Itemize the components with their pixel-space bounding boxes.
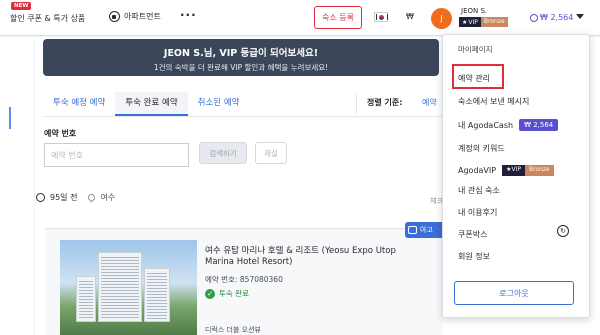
agodacash-label: 내 AgodaCash (458, 120, 514, 130)
vip-status-badge: ★ VIP Bronze (459, 17, 508, 27)
menu-my-page[interactable]: 마이페이지 (458, 44, 493, 55)
hotel-photo[interactable] (60, 240, 197, 335)
booking-timeline-header: 95일 전 여수 (36, 192, 115, 203)
booking-number-label: 예약 번호 (44, 129, 77, 138)
vip-promo-banner: JEON S.님, VIP 등급이 되어보세요! 1건의 숙박을 더 완료해 V… (43, 39, 439, 76)
stay-status: ✓ 투숙 완료 (205, 288, 249, 299)
coin-icon (530, 13, 538, 22)
avatar[interactable]: J (431, 8, 452, 29)
logout-button[interactable]: 로그아웃 (454, 281, 574, 305)
days-ago: 95일 전 (50, 193, 78, 202)
timeline-right-text: 체크 (430, 197, 443, 205)
booking-tabs: 투숙 예정 예약 투숙 완료 예약 취소된 예약 (43, 92, 249, 116)
agodacash-value: ₩ 2,564 (519, 119, 559, 131)
apartment-icon (109, 11, 120, 22)
user-name[interactable]: JEON S. (461, 7, 487, 15)
top-navigation-bar: NEW 할인 쿠폰 & 특가 상품 아파트먼트 ··· 숙소 등록 ₩ J JE… (0, 0, 600, 36)
menu-agoda-vip[interactable]: AgodaVIP ★VIP Bronze (458, 165, 554, 176)
menu-messages[interactable]: 숙소에서 보낸 메시지 (458, 96, 529, 107)
caret-down-icon[interactable] (576, 14, 584, 19)
booking-location: 여수 (100, 193, 116, 202)
search-button[interactable]: 검색하기 (199, 142, 247, 164)
tab-completed[interactable]: 투숙 완료 예약 (115, 92, 188, 116)
hotel-tower-main (98, 252, 142, 322)
room-type: 디럭스 더블 오션뷰 (205, 326, 261, 334)
chat-label: 아고 (420, 226, 433, 234)
menu-change-password[interactable]: 계정의 키워드 (458, 143, 505, 154)
agoda-vip-label: AgodaVIP (458, 166, 497, 175)
tab-divider (43, 116, 443, 117)
menu-my-reviews[interactable]: 내 이용후기 (458, 207, 497, 218)
sort-label: 정렬 기준: (367, 98, 403, 107)
tab-upcoming[interactable]: 투숙 예정 예약 (43, 92, 115, 116)
manage-bookings-highlight (452, 64, 504, 89)
left-rail (0, 37, 34, 335)
agoda-vip-badge: ★VIP Bronze (502, 165, 554, 176)
tab-cancelled[interactable]: 취소된 예약 (188, 92, 250, 116)
tier-label: Bronze (480, 17, 508, 27)
hotel-tower-side (144, 268, 170, 322)
rail-indicator (9, 107, 11, 129)
vip-label: ★ VIP (459, 17, 481, 27)
points-balance[interactable]: ₩ 2,564 (530, 13, 573, 22)
deals-link[interactable]: 할인 쿠폰 & 특가 상품 (10, 13, 85, 24)
clock-icon (36, 193, 45, 202)
flag-kr-icon[interactable] (374, 12, 388, 22)
coupon-refresh-icon[interactable]: ↻ (557, 225, 569, 237)
agoda-vip-tag: ★VIP (502, 165, 525, 176)
new-badge: NEW (11, 2, 32, 10)
hotel-name[interactable]: 여수 유탑 마리나 호텔 & 리조트 (Yeosu Expo Utop Mari… (205, 246, 405, 268)
register-property-button[interactable]: 숙소 등록 (314, 6, 362, 29)
currency-selector[interactable]: ₩ (406, 12, 414, 21)
booking-number: 예약 번호: 857080360 (205, 275, 283, 284)
apartment-link[interactable]: 아파트먼트 (109, 11, 161, 22)
stay-status-label: 투숙 완료 (219, 289, 249, 298)
menu-member-info[interactable]: 회원 정보 (458, 251, 490, 262)
sort-divider (356, 94, 357, 114)
booking-number-input[interactable] (44, 143, 189, 167)
menu-saved-properties[interactable]: 내 관심 숙소 (458, 185, 500, 196)
chat-button[interactable]: 아고 (405, 222, 445, 238)
banner-title: JEON S.님, VIP 등급이 되어보세요! (163, 48, 319, 59)
more-menu-button[interactable]: ··· (180, 8, 197, 22)
agoda-vip-tier: Bronze (524, 165, 554, 176)
sort-dropdown[interactable]: 예약 (422, 97, 437, 108)
reset-button[interactable]: 재설 (255, 142, 287, 164)
points-value: ₩ 2,564 (540, 13, 574, 22)
hotel-tower-left (76, 276, 96, 322)
banner-subtitle: 1건의 숙박을 더 완료해 VIP 할인과 혜택을 누려보세요! (153, 63, 329, 72)
menu-coupons[interactable]: 쿠폰박스 (458, 229, 487, 240)
apartment-label: 아파트먼트 (124, 12, 161, 21)
chat-icon (408, 226, 417, 234)
menu-agodacash[interactable]: 내 AgodaCash ₩ 2,564 (458, 119, 559, 131)
pin-icon (87, 192, 97, 203)
check-icon: ✓ (205, 288, 215, 299)
